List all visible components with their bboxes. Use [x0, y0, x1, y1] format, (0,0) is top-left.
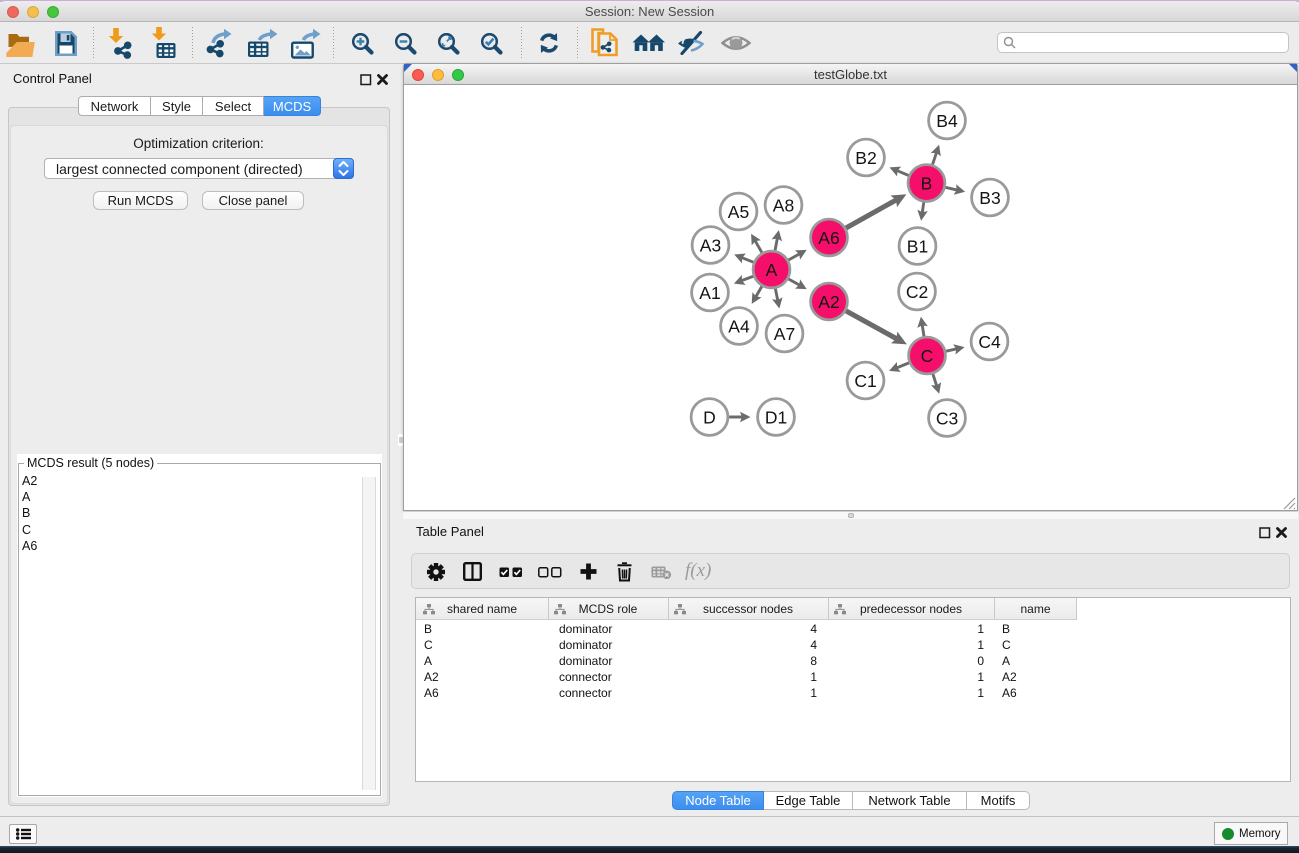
- svg-text:D: D: [703, 408, 716, 428]
- svg-text:A7: A7: [774, 324, 795, 344]
- svg-text:C: C: [921, 346, 934, 366]
- svg-text:C2: C2: [906, 282, 928, 302]
- svg-text:B2: B2: [855, 148, 876, 168]
- svg-text:A1: A1: [699, 283, 720, 303]
- svg-text:A6: A6: [818, 228, 839, 248]
- svg-text:D1: D1: [765, 408, 787, 428]
- svg-text:B3: B3: [979, 188, 1000, 208]
- svg-text:B4: B4: [936, 111, 958, 131]
- svg-text:B: B: [921, 174, 933, 194]
- svg-text:A3: A3: [700, 236, 721, 256]
- svg-text:C4: C4: [978, 332, 1001, 352]
- svg-text:C3: C3: [936, 409, 958, 429]
- svg-text:B1: B1: [907, 237, 928, 257]
- svg-text:A4: A4: [728, 317, 750, 337]
- svg-text:A5: A5: [728, 202, 749, 222]
- svg-text:A8: A8: [773, 196, 794, 216]
- svg-text:A2: A2: [818, 292, 839, 312]
- svg-text:A: A: [766, 260, 778, 280]
- svg-text:C1: C1: [854, 371, 876, 391]
